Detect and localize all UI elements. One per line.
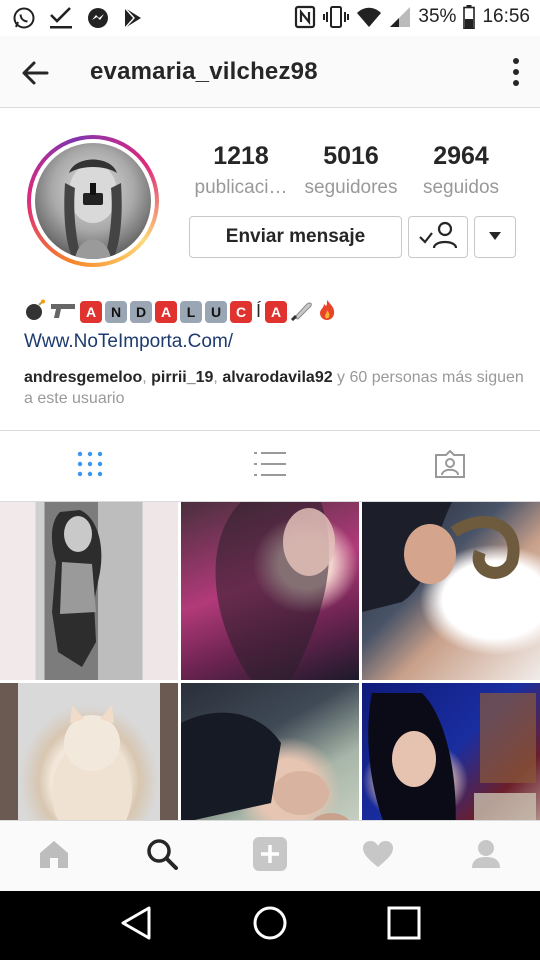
bio-letter-emojis: ANDALUCÍA <box>80 301 288 323</box>
nav-profile[interactable] <box>432 821 540 891</box>
bio-letter-1: A <box>80 301 102 323</box>
nfc-icon <box>294 5 316 29</box>
profile-bio: ANDALUCÍA Www.NoTeImporta.Com/ andresgem… <box>24 299 524 409</box>
followed-by-text[interactable]: andresgemeloo, pirrii_19, alvarodavila92… <box>24 367 524 409</box>
back-arrow-icon[interactable] <box>20 58 50 88</box>
nav-activity[interactable] <box>324 821 432 891</box>
posts-count: 1218 <box>213 142 269 170</box>
following-count: 2964 <box>433 142 489 170</box>
followers-count: 5016 <box>323 142 379 170</box>
grid-icon <box>76 450 104 483</box>
post-thumbnail[interactable] <box>0 502 178 680</box>
play-store-icon <box>122 6 144 30</box>
pistol-emoji-icon <box>49 299 77 326</box>
post-thumbnail[interactable] <box>181 502 359 680</box>
profile-view-tabs <box>0 430 540 502</box>
grid-view-tab[interactable] <box>0 431 180 501</box>
story-ring[interactable] <box>27 135 159 267</box>
bio-letter-5: L <box>180 301 202 323</box>
nav-home[interactable] <box>0 821 108 891</box>
stat-posts: 1218 publicaci… <box>186 142 296 199</box>
more-vertical-icon[interactable] <box>508 56 524 90</box>
profile-actions: Enviar mensaje <box>189 216 516 258</box>
avatar <box>35 143 151 259</box>
fire-emoji-icon <box>317 299 337 326</box>
download-check-icon <box>48 6 74 30</box>
bio-text: ANDALUCÍA <box>24 299 524 326</box>
stat-followers[interactable]: 5016 seguidores <box>296 142 406 199</box>
posts-label: publicaci… <box>194 177 288 198</box>
follower-name-1[interactable]: andresgemeloo <box>24 369 142 386</box>
follower-name-2[interactable]: pirrii_19 <box>151 369 213 386</box>
nav-add-post[interactable] <box>216 821 324 891</box>
follower-name-3[interactable]: alvarodavila92 <box>222 369 332 386</box>
list-view-tab[interactable] <box>180 431 360 501</box>
system-recents-icon[interactable] <box>387 906 421 945</box>
system-back-icon[interactable] <box>119 905 153 946</box>
tagged-person-icon <box>434 449 466 484</box>
knife-emoji-icon <box>290 299 314 326</box>
list-icon <box>254 450 286 483</box>
battery-percent: 35% <box>418 6 457 27</box>
bio-letter-8: Í <box>256 301 262 321</box>
post-thumbnail[interactable] <box>362 502 540 680</box>
messenger-icon <box>86 6 110 30</box>
profile-username: evamaria_vilchez98 <box>90 58 318 85</box>
stat-following[interactable]: 2964 seguidos <box>406 142 516 199</box>
profile-stats: 1218 publicaci… 5016 seguidores 2964 seg… <box>186 142 516 199</box>
bio-letter-4: A <box>155 301 177 323</box>
tagged-photos-tab[interactable] <box>360 431 540 501</box>
bio-letter-9: A <box>265 301 288 323</box>
post-grid <box>0 502 540 861</box>
vibrate-icon <box>323 5 350 29</box>
bio-letter-6: U <box>205 301 227 323</box>
status-bar: 35% 16:56 <box>0 0 540 36</box>
profile-icon <box>471 839 501 874</box>
system-home-icon[interactable] <box>252 905 288 946</box>
activity-heart-icon <box>362 840 394 873</box>
whatsapp-icon <box>12 6 36 30</box>
home-icon <box>38 839 70 874</box>
followers-label: seguidores <box>304 177 398 198</box>
add-post-icon <box>253 836 287 876</box>
wifi-icon <box>356 6 382 28</box>
battery-icon <box>463 5 476 29</box>
app-bar: evamaria_vilchez98 <box>0 36 540 108</box>
search-icon <box>146 838 178 875</box>
bottom-navigation <box>0 820 540 891</box>
bio-letter-7: C <box>230 301 252 323</box>
nav-search[interactable] <box>108 821 216 891</box>
following-label: seguidos <box>422 177 500 198</box>
following-button[interactable] <box>408 216 468 258</box>
send-message-button[interactable]: Enviar mensaje <box>189 216 402 258</box>
bio-letter-3: D <box>130 301 152 323</box>
signal-icon <box>389 6 411 28</box>
chevron-down-icon <box>488 228 502 246</box>
system-navigation-bar <box>0 891 540 960</box>
bio-letter-2: N <box>105 301 127 323</box>
clock: 16:56 <box>482 6 530 27</box>
bio-website-link[interactable]: Www.NoTeImporta.Com/ <box>24 331 524 353</box>
following-check-icon <box>418 221 458 254</box>
suggestions-dropdown-button[interactable] <box>474 216 516 258</box>
bomb-emoji-icon <box>24 299 46 326</box>
